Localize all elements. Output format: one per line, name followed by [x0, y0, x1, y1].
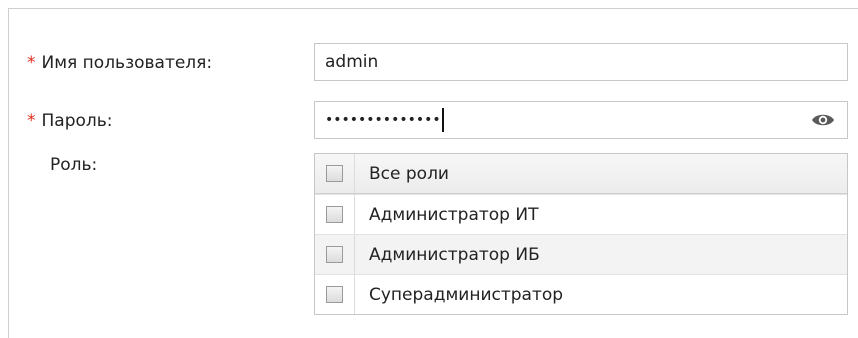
role-checkbox[interactable] — [326, 206, 343, 223]
role-label: Администратор ИБ — [369, 244, 540, 265]
text-caret — [441, 108, 444, 132]
role-label: Суперадминистратор — [369, 284, 564, 305]
password-value: •••••••••••••• — [325, 112, 441, 128]
role-label: Администратор ИТ — [369, 204, 539, 225]
role-label-all: Все роли — [369, 163, 449, 184]
roles-table: Все роли Администратор ИТ Администратор … — [314, 153, 848, 315]
role-label: Роль: — [50, 155, 98, 175]
role-row-superadmin[interactable]: Суперадминистратор — [315, 274, 847, 314]
role-row-all[interactable]: Все роли — [315, 154, 847, 194]
eye-icon[interactable] — [811, 112, 835, 128]
password-field[interactable]: •••••••••••••• — [314, 101, 848, 139]
select-all-checkbox[interactable] — [326, 165, 343, 182]
role-checkbox[interactable] — [326, 246, 343, 263]
required-marker: * — [27, 53, 36, 73]
role-checkbox[interactable] — [326, 286, 343, 303]
username-label: * Имя пользователя: — [27, 53, 213, 73]
required-marker: * — [27, 111, 36, 131]
role-row-admin-ib[interactable]: Администратор ИБ — [315, 234, 847, 274]
username-field[interactable]: admin — [314, 43, 848, 81]
username-value: admin — [325, 52, 379, 72]
role-row-admin-it[interactable]: Администратор ИТ — [315, 194, 847, 234]
password-label: * Пароль: — [27, 111, 113, 131]
